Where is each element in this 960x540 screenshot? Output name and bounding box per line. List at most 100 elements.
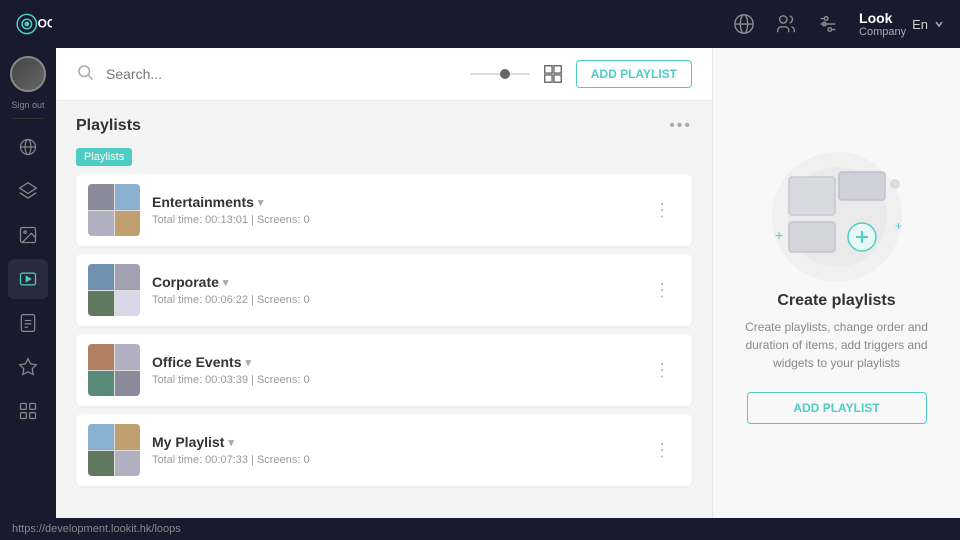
search-icon	[76, 63, 94, 81]
topbar: OOK Look Company En	[0, 0, 960, 48]
illustration-svg: + +	[747, 142, 927, 292]
document-icon	[18, 313, 38, 333]
sidebar-item-layers[interactable]	[8, 171, 48, 211]
playlist-name-my-playlist: My Playlist ▾	[152, 434, 633, 450]
thumb-cell	[88, 451, 114, 477]
thumb-cell	[88, 211, 114, 237]
playlist-meta-office-events: Total time: 00:03:39 | Screens: 0	[152, 374, 633, 386]
content-area: ADD PLAYLIST Playlists ••• Playlists	[56, 48, 712, 518]
playlist-card-my-playlist[interactable]: My Playlist ▾ Total time: 00:07:33 | Scr…	[76, 414, 692, 486]
sidebar: Sign out	[0, 48, 56, 518]
thumb-cell	[88, 291, 114, 317]
playlist-name-corporate: Corporate ▾	[152, 274, 633, 290]
slider-control[interactable]	[470, 73, 530, 75]
search-bar: ADD PLAYLIST	[56, 48, 712, 101]
thumb-cell	[115, 291, 141, 317]
right-panel: + + Create playlists Create playlists, c…	[712, 48, 960, 518]
sidebar-divider	[13, 118, 43, 119]
thumb-cell	[115, 184, 141, 210]
playlist-chevron-icon: ▾	[223, 276, 229, 289]
user-info: Look Company En	[859, 10, 944, 38]
search-controls: ADD PLAYLIST	[470, 60, 692, 88]
add-playlist-right-button[interactable]: ADD PLAYLIST	[747, 392, 927, 424]
thumb-cell	[88, 184, 114, 210]
statusbar-url: https://development.lookit.hk/loops	[12, 523, 181, 535]
playlists-section: Playlists ••• Playlists Entertainments ▾	[56, 101, 712, 518]
search-input[interactable]	[106, 66, 458, 82]
svg-text:OOK: OOK	[38, 17, 52, 31]
settings-icon[interactable]	[817, 13, 839, 35]
svg-text:+: +	[895, 219, 902, 233]
playlist-chevron-icon: ▾	[245, 356, 251, 369]
playlist-meta-my-playlist: Total time: 00:07:33 | Screens: 0	[152, 454, 633, 466]
playlists-header: Playlists •••	[76, 117, 692, 135]
sidebar-item-playlists[interactable]	[8, 259, 48, 299]
playlist-card-office-events[interactable]: Office Events ▾ Total time: 00:03:39 | S…	[76, 334, 692, 406]
playlist-more-menu-entertainments[interactable]: ⋮	[645, 197, 680, 223]
create-playlists-illustration: + +	[747, 142, 927, 292]
avatar[interactable]	[10, 56, 46, 92]
image-icon	[18, 225, 38, 245]
playlist-meta-corporate: Total time: 00:06:22 | Screens: 0	[152, 294, 633, 306]
slider-thumb	[500, 69, 510, 79]
playlist-thumbnail-office-events	[88, 344, 140, 396]
avatar-image	[10, 56, 46, 92]
thumb-cell	[88, 264, 114, 290]
statusbar: https://development.lookit.hk/loops	[0, 518, 960, 540]
sidebar-item-document[interactable]	[8, 303, 48, 343]
playlists-icon	[18, 269, 38, 289]
search-icon-wrap	[76, 63, 94, 86]
playlist-thumbnail-entertainments	[88, 184, 140, 236]
slider-track	[470, 73, 530, 75]
sidebar-item-apps[interactable]	[8, 391, 48, 431]
playlist-card-corporate[interactable]: Corporate ▾ Total time: 00:06:22 | Scree…	[76, 254, 692, 326]
globe-icon[interactable]	[733, 13, 755, 35]
grid-view-icon[interactable]	[542, 63, 564, 85]
chevron-down-icon	[934, 19, 944, 29]
playlist-more-menu-corporate[interactable]: ⋮	[645, 277, 680, 303]
add-playlist-button[interactable]: ADD PLAYLIST	[576, 60, 692, 88]
playlist-meta-entertainments: Total time: 00:13:01 | Screens: 0	[152, 214, 633, 226]
create-playlists-description: Create playlists, change order and durat…	[737, 318, 936, 372]
playlists-more-button[interactable]: •••	[669, 117, 692, 135]
thumb-cell	[115, 344, 141, 370]
playlist-thumbnail-corporate	[88, 264, 140, 316]
language-selector[interactable]: En	[912, 17, 928, 32]
thumb-cell	[115, 371, 141, 397]
thumb-cell	[88, 344, 114, 370]
create-playlists-title: Create playlists	[777, 292, 895, 310]
playlist-card-entertainments[interactable]: Entertainments ▾ Total time: 00:13:01 | …	[76, 174, 692, 246]
svg-text:+: +	[775, 227, 783, 243]
playlist-more-menu-my-playlist[interactable]: ⋮	[645, 437, 680, 463]
thumb-cell	[88, 424, 114, 450]
playlists-tooltip: Playlists	[76, 148, 132, 166]
thumb-cell	[88, 371, 114, 397]
users-icon[interactable]	[775, 13, 797, 35]
playlist-info-corporate: Corporate ▾ Total time: 00:06:22 | Scree…	[140, 274, 645, 306]
globe-nav-icon	[18, 137, 38, 157]
user-name: Look	[859, 10, 906, 26]
thumb-cell	[115, 424, 141, 450]
layers-icon	[18, 181, 38, 201]
topbar-right: Look Company En	[733, 10, 944, 38]
main-layout: Sign out	[0, 48, 960, 518]
thumb-cell	[115, 211, 141, 237]
user-company: Company	[859, 26, 906, 38]
thumb-cell	[115, 451, 141, 477]
playlist-thumbnail-my-playlist	[88, 424, 140, 476]
thumb-cell	[115, 264, 141, 290]
sidebar-item-globe[interactable]	[8, 127, 48, 167]
logo: OOK	[16, 6, 52, 42]
sign-out-label: Sign out	[11, 100, 44, 110]
playlist-info-my-playlist: My Playlist ▾ Total time: 00:07:33 | Scr…	[140, 434, 645, 466]
apps-icon	[18, 401, 38, 421]
sidebar-item-star[interactable]	[8, 347, 48, 387]
playlist-info-entertainments: Entertainments ▾ Total time: 00:13:01 | …	[140, 194, 645, 226]
playlist-name-office-events: Office Events ▾	[152, 354, 633, 370]
playlist-chevron-icon: ▾	[258, 196, 264, 209]
playlist-info-office-events: Office Events ▾ Total time: 00:03:39 | S…	[140, 354, 645, 386]
star-icon	[18, 357, 38, 377]
sidebar-item-image[interactable]	[8, 215, 48, 255]
playlists-title: Playlists	[76, 117, 141, 135]
playlist-more-menu-office-events[interactable]: ⋮	[645, 357, 680, 383]
